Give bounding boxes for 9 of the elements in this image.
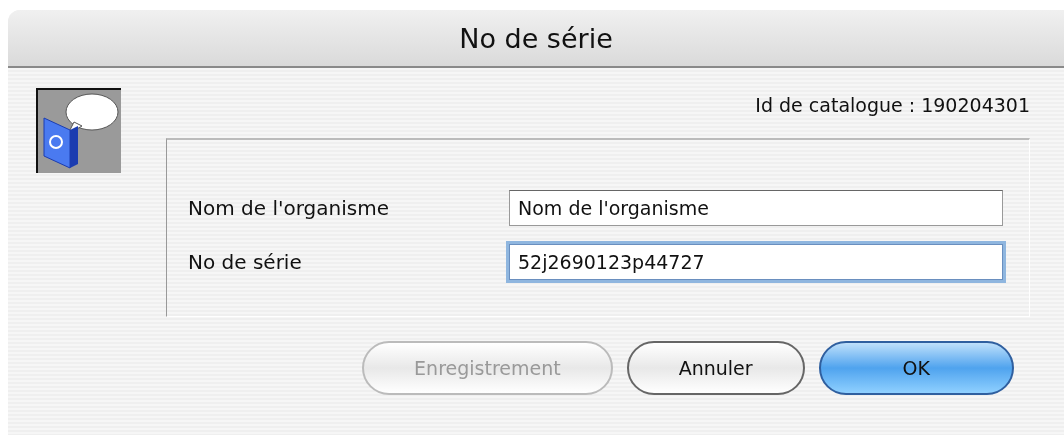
field-label: Nom de l'organisme <box>188 196 390 220</box>
dialog-button[interactable]: Annuler <box>626 341 805 395</box>
dialog-button[interactable]: OK <box>818 341 1014 395</box>
window-title: No de série <box>459 22 613 54</box>
app-icon <box>36 88 121 173</box>
input-field[interactable]: Nom de l'organisme <box>509 190 1003 226</box>
catalogue-id-text: Id de catalogue : 190204301 <box>755 94 1030 116</box>
field-label: No de série <box>188 250 303 274</box>
input-field[interactable]: 52j2690123p44727 <box>509 244 1003 280</box>
